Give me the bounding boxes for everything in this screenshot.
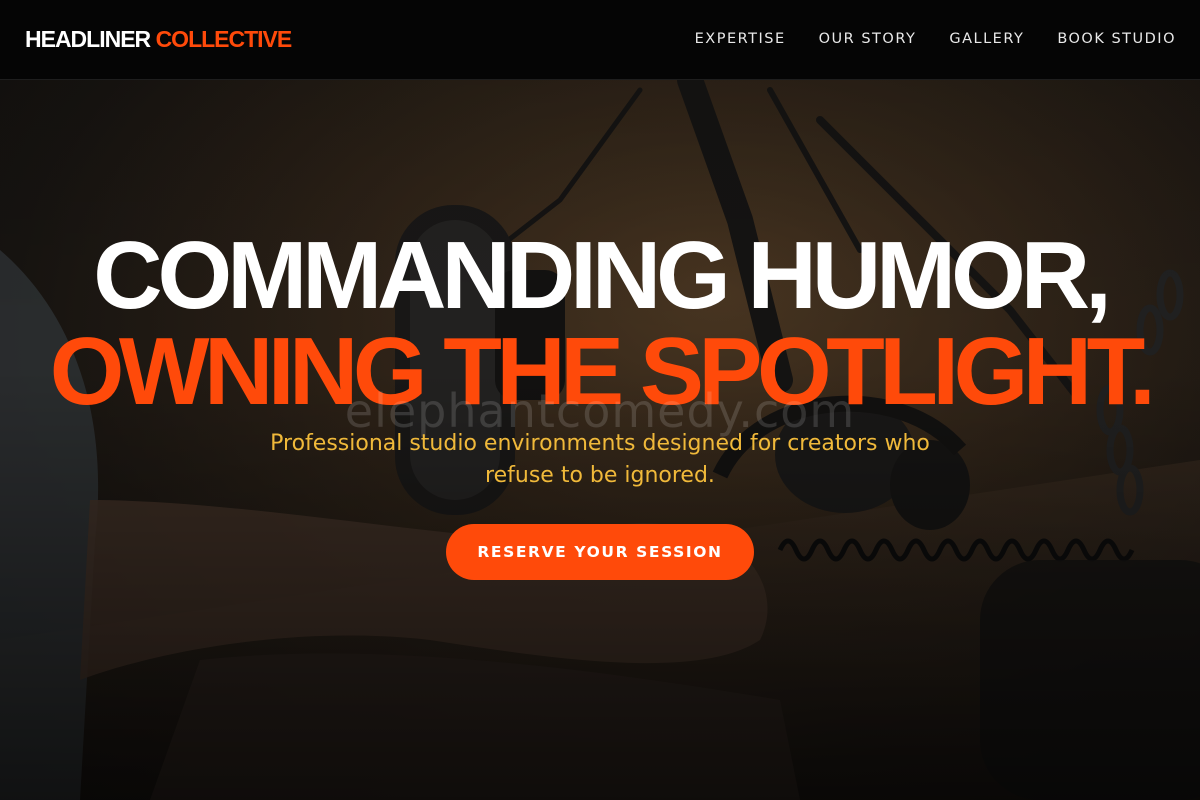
- landing-page: HEADLINER COLLECTIVE EXPERTISE OUR STORY…: [0, 0, 1200, 800]
- nav-item-gallery[interactable]: GALLERY: [949, 31, 1024, 47]
- brand-logo[interactable]: HEADLINER COLLECTIVE: [25, 26, 293, 53]
- hero-subtitle: Professional studio environments designe…: [270, 431, 930, 488]
- nav-item-book-studio[interactable]: BOOK STUDIO: [1057, 31, 1176, 47]
- main-nav: EXPERTISE OUR STORY GALLERY BOOK STUDIO: [695, 31, 1176, 47]
- brand-name-accent: COLLECTIVE: [155, 26, 293, 52]
- nav-item-our-story[interactable]: OUR STORY: [819, 31, 917, 47]
- nav-item-expertise[interactable]: EXPERTISE: [695, 31, 786, 47]
- top-navigation-bar: HEADLINER COLLECTIVE EXPERTISE OUR STORY…: [0, 0, 1200, 80]
- brand-name-primary: HEADLINER: [25, 26, 151, 52]
- hero-headline-line1: COMMANDING HUMOR,: [93, 222, 1112, 329]
- reserve-session-button[interactable]: RESERVE YOUR SESSION: [446, 524, 754, 580]
